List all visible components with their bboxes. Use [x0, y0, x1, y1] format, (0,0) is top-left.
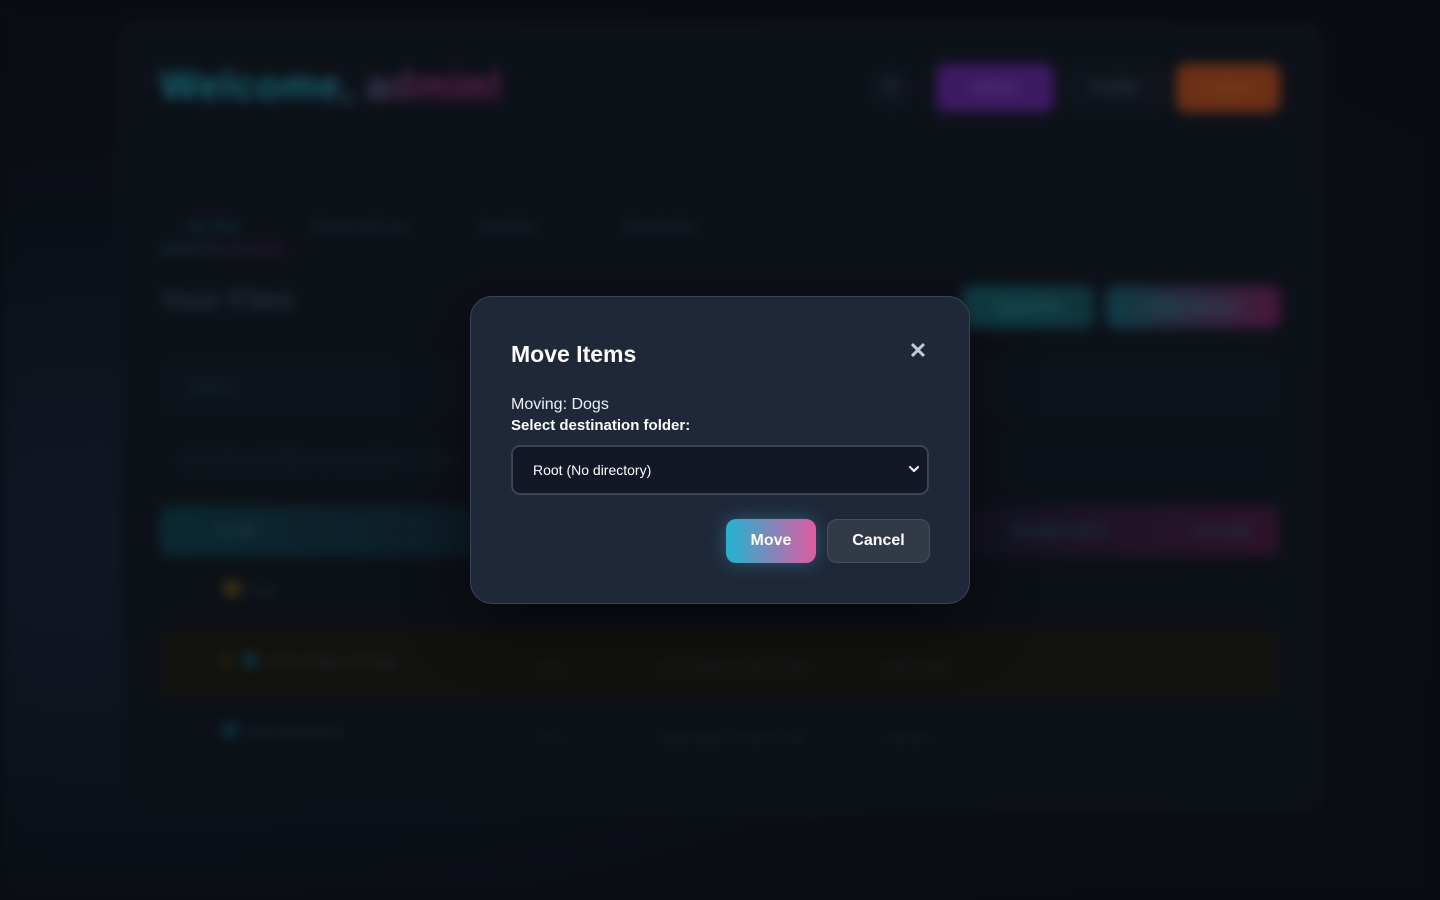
cancel-button[interactable]: Cancel	[827, 519, 930, 563]
destination-folder-select[interactable]: Root (No directory)	[511, 445, 929, 495]
chevron-down-icon	[909, 466, 919, 472]
selected-folder-value: Root (No directory)	[533, 462, 652, 478]
moving-items-text: Moving: Dogs	[511, 396, 609, 413]
close-icon[interactable]: ✕	[903, 337, 933, 367]
dialog-title: Move Items	[511, 341, 637, 367]
move-button[interactable]: Move	[726, 519, 816, 563]
move-items-dialog: Move Items ✕ Moving: Dogs Select destina…	[470, 296, 970, 604]
destination-label: Select destination folder:	[511, 417, 691, 434]
